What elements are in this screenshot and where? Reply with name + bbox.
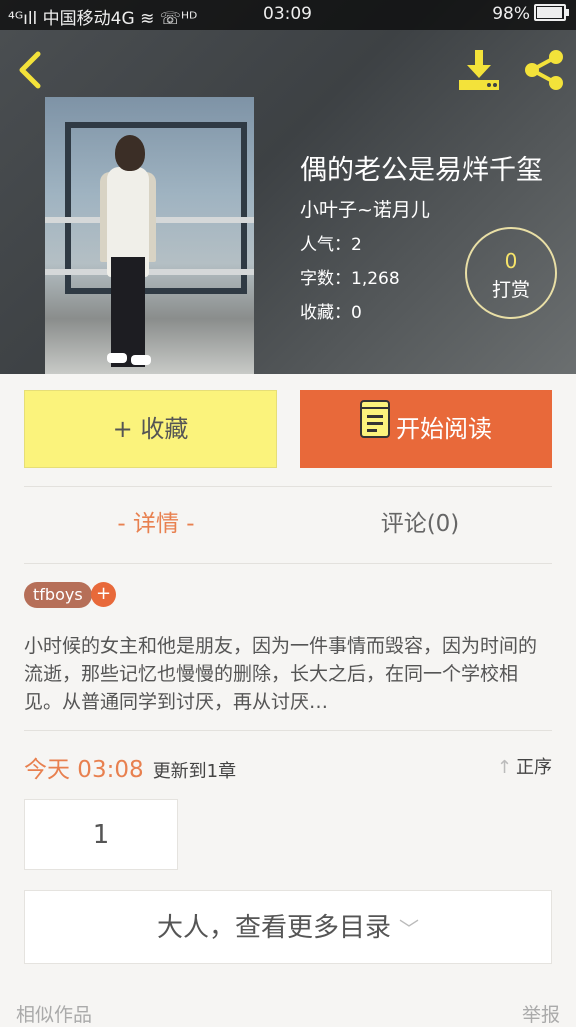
report-link[interactable]: 举报 [522,1000,560,1027]
battery-indicator: 98% [492,4,569,24]
download-icon [459,50,499,90]
carrier-signal: ⁴ᴳıll 中国移动4G ≋ ☏ᴴᴰ [8,9,198,29]
clock: 03:09 [263,4,312,24]
word-count-stat: 字数：1,268 [300,269,400,289]
sort-label: 正序 [516,757,552,778]
add-tag-button[interactable]: + [91,582,116,607]
tab-comment[interactable]: 评论(0) [288,504,552,538]
book-description[interactable]: 小时候的女主和他是朋友，因为一件事情而毁容，因为时间的流逝，那些记忆也慢慢的删除… [24,632,552,716]
share-button[interactable] [520,48,568,92]
divider [24,730,552,731]
status-bar: ⁴ᴳıll 中国移动4G ≋ ☏ᴴᴰ 03:09 98% [0,0,576,30]
start-reading-label: 开始阅读 [396,415,492,443]
share-icon [525,50,563,90]
battery-icon [534,4,569,21]
favorites-stat: 收藏：0 [300,303,362,323]
arrow-up-icon: ↑ [496,757,512,778]
update-chapter-info: 更新到1章 [152,761,237,782]
book-cover [45,97,254,374]
start-reading-button[interactable]: 开始阅读 [300,390,552,468]
author-name[interactable]: 小叶子~诺月儿 [300,195,430,222]
book-header: ⁴ᴳıll 中国移动4G ≋ ☏ᴴᴰ 03:09 98% 偶的老公是易烊千玺 小… [0,0,576,374]
back-button[interactable] [14,50,50,90]
tab-detail[interactable]: - 详情 - [24,504,288,538]
tip-label: 打赏 [491,279,530,301]
divider [24,563,552,564]
similar-works-heading: 相似作品 [16,1004,93,1026]
book-icon [360,391,390,469]
download-button[interactable] [456,48,502,92]
divider [24,486,552,487]
more-catalog-button[interactable]: 大人，查看更多目录 ﹀ [24,890,552,964]
tip-button[interactable]: 0 打赏 [465,227,557,319]
add-favorite-button[interactable]: + 收藏 [24,390,277,468]
chapter-item[interactable]: 1 [24,799,178,870]
tip-count: 0 [504,249,518,273]
chevron-down-icon: ﹀ [399,917,419,941]
update-time: 今天 03:08 [24,757,144,783]
update-info: 今天 03:08 更新到1章 [24,750,236,784]
more-catalog-label: 大人，查看更多目录 [156,913,391,943]
sort-order-button[interactable]: ↑ 正序 [497,753,552,779]
chevron-left-icon [19,51,41,89]
popularity-stat: 人气：2 [300,235,362,255]
tag-chip[interactable]: tfboys [24,582,92,608]
book-title: 偶的老公是易烊千玺 [300,155,543,186]
